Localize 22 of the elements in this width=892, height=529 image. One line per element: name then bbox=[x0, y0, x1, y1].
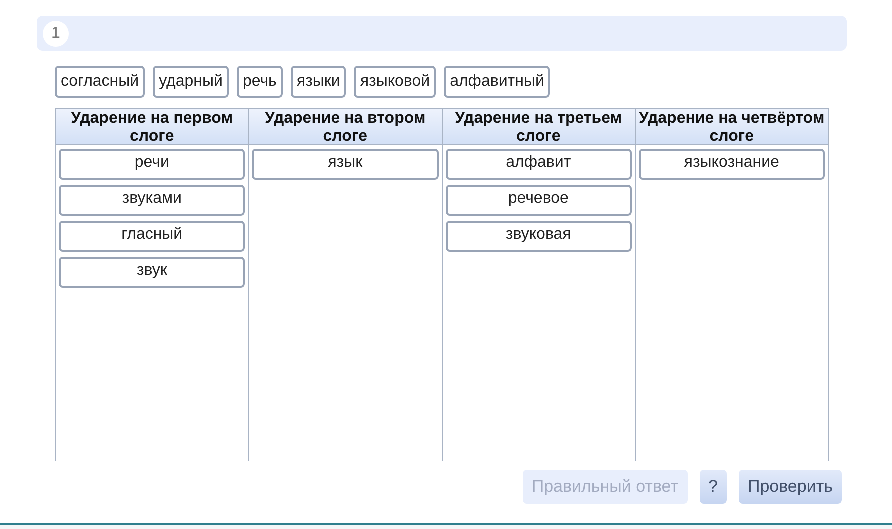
word-card[interactable]: звуковая bbox=[446, 221, 632, 252]
word-card[interactable]: речи bbox=[59, 149, 246, 180]
word-card[interactable]: звук bbox=[59, 257, 246, 288]
word-card[interactable]: алфавит bbox=[446, 149, 632, 180]
action-button[interactable]: ? bbox=[700, 470, 727, 504]
word-card[interactable]: алфавитный bbox=[444, 66, 550, 98]
word-card[interactable]: языкознание bbox=[638, 149, 825, 180]
word-card[interactable]: речь bbox=[236, 66, 283, 98]
column-heading: Ударение на втором слоге bbox=[249, 109, 442, 145]
word-card[interactable]: языки bbox=[290, 66, 346, 98]
word-card[interactable]: языковой bbox=[354, 66, 436, 98]
question-number: 1 bbox=[43, 20, 69, 46]
column-heading: Ударение на третьем слоге bbox=[442, 109, 635, 145]
word-card[interactable]: звуками bbox=[59, 185, 246, 216]
column-heading: Ударение на первом слоге bbox=[56, 109, 248, 145]
word-card[interactable]: согласный bbox=[55, 66, 146, 98]
word-card[interactable]: речевое bbox=[446, 185, 632, 216]
word-card[interactable]: ударный bbox=[153, 66, 229, 98]
column-heading: Ударение на четвёртом слоге bbox=[636, 109, 828, 145]
action-button[interactable]: Проверить bbox=[738, 470, 842, 504]
word-card[interactable]: язык bbox=[252, 149, 438, 180]
word-card[interactable]: гласный bbox=[59, 221, 246, 252]
